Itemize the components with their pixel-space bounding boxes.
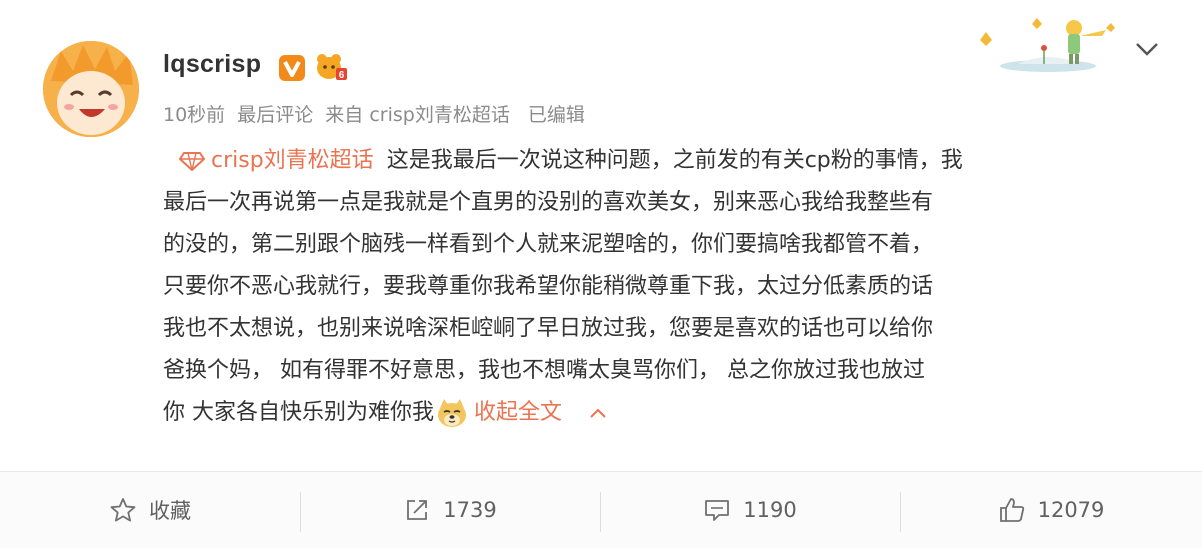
post-content: crisp刘青松超话 这是我最后一次说这种问题，之前发的有关cp粉的事情，我 最… — [163, 140, 1163, 434]
content-line: 只要你不恶心我就行，要我尊重你我希望你能稍微尊重下我，太过分低素质的话 — [163, 274, 934, 299]
comment-button[interactable]: 1190 — [600, 472, 900, 548]
post-meta: 10秒前 最后评论 来自 crisp刘青松超话 已编辑 — [163, 100, 591, 127]
last-comment: 最后评论 — [237, 104, 314, 126]
repost-button[interactable]: 1739 — [300, 472, 600, 548]
like-button[interactable]: 12079 — [900, 472, 1202, 548]
comment-count: 1190 — [743, 498, 797, 522]
edited-label[interactable]: 已编辑 — [528, 104, 585, 126]
post-source[interactable]: 来自 crisp刘青松超话 — [325, 104, 510, 126]
content-line: crisp刘青松超话 这是我最后一次说这种问题，之前发的有关cp粉的事情，我 — [179, 140, 1163, 182]
collapse-text-link[interactable]: 收起全文 — [474, 400, 562, 425]
member-level-icon[interactable]: 6 — [314, 52, 348, 82]
username[interactable]: lqscrisp — [163, 50, 261, 79]
content-line: 你 大家各自快乐别为难你我 收起全文 — [163, 392, 1163, 434]
like-count: 12079 — [1037, 498, 1105, 522]
favorite-label: 收藏 — [149, 499, 191, 523]
repost-count: 1739 — [443, 498, 497, 522]
content-line: 我也不太想说，也别来说啥深柜崆峒了早日放过我，您要是喜欢的话也可以给你 — [163, 316, 934, 341]
weibo-post-card: lqscrisp 6 10秒前 最后评论 来自 crisp刘青松超话 已编辑 c… — [0, 0, 1202, 548]
star-icon — [110, 498, 136, 522]
doge-emoji-icon — [438, 399, 466, 427]
card-decoration-image — [980, 18, 1115, 72]
content-text: 你 大家各自快乐别为难你我 — [163, 400, 434, 425]
topic-link[interactable]: crisp刘青松超话 — [179, 148, 374, 173]
supertopic-diamond-icon — [179, 152, 205, 171]
content-text: 这是我最后一次说这种问题，之前发的有关cp粉的事情，我 — [386, 148, 963, 173]
chevron-up-icon[interactable] — [587, 406, 609, 420]
verified-v-icon — [279, 55, 305, 81]
post-time[interactable]: 10秒前 — [163, 104, 225, 126]
content-line: 的没的，第二别跟个脑残一样看到个人就来泥塑啥的，你们要搞啥我都管不着， — [163, 232, 934, 257]
repost-icon — [407, 500, 428, 520]
chevron-down-icon[interactable] — [1133, 38, 1161, 60]
action-bar: 收藏 1739 1190 12079 — [0, 472, 1202, 548]
favorite-button[interactable]: 收藏 — [0, 472, 300, 548]
topic-label[interactable]: crisp刘青松超话 — [211, 148, 374, 173]
thumbs-up-icon — [999, 498, 1024, 522]
avatar[interactable] — [43, 41, 139, 137]
comment-icon — [705, 500, 730, 521]
content-line: 最后一次再说第一点是我就是个直男的没别的喜欢美女，别来恶心我给我整些有 — [163, 190, 934, 215]
svg-text:6: 6 — [339, 70, 345, 81]
content-line: 爸换个妈， 如有得罪不好意思，我也不想嘴太臭骂你们， 总之你放过我也放过 — [163, 358, 925, 383]
